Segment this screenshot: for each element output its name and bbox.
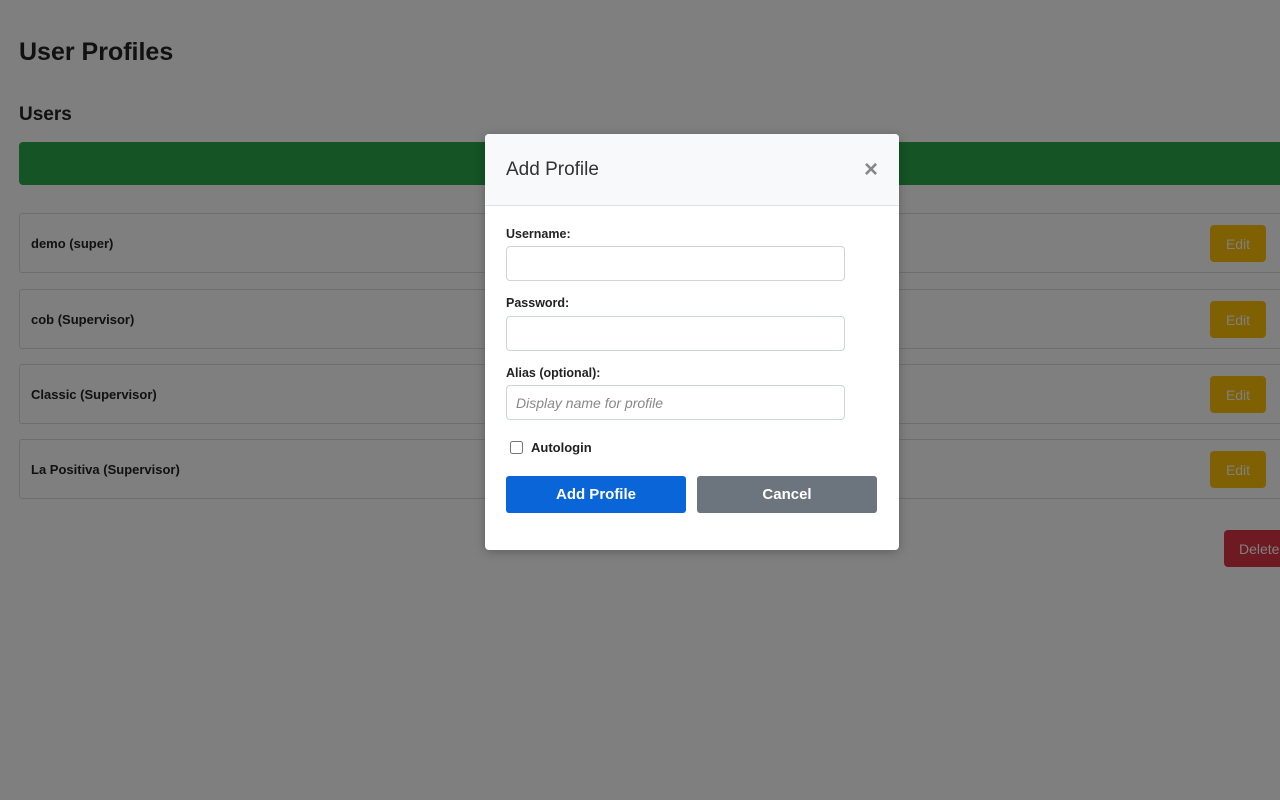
add-profile-modal: Add Profile × Username: Password: Alias … — [485, 134, 899, 550]
password-input[interactable] — [506, 316, 845, 351]
autologin-row: Autologin — [510, 438, 592, 456]
alias-input[interactable] — [506, 385, 845, 420]
autologin-label: Autologin — [531, 439, 592, 455]
username-input[interactable] — [506, 246, 845, 281]
cancel-button[interactable]: Cancel — [697, 476, 877, 513]
alias-label: Alias (optional): — [506, 366, 601, 380]
add-profile-button[interactable]: Add Profile — [506, 476, 686, 513]
close-icon[interactable]: × — [861, 158, 881, 182]
autologin-checkbox[interactable] — [510, 440, 523, 454]
password-label: Password: — [506, 296, 570, 310]
username-label: Username: — [506, 227, 571, 241]
modal-title: Add Profile — [506, 159, 599, 180]
modal-header: Add Profile × — [485, 134, 899, 206]
